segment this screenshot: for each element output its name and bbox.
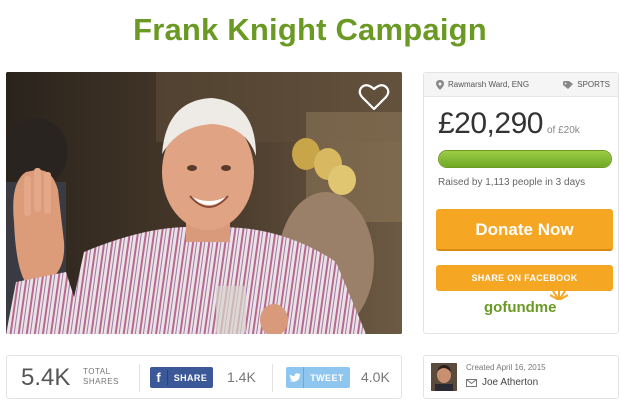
map-pin-icon [436,79,444,90]
mail-icon [466,378,477,387]
favorite-heart-icon[interactable] [358,82,390,112]
location-label: Rawmarsh Ward, ENG [448,80,530,89]
category-label: SPORTS [577,80,610,89]
campaign-photo [6,72,402,334]
organizer-avatar[interactable] [431,363,457,391]
campaign-card: Rawmarsh Ward, ENG SPORTS £20,290 of £20… [423,72,619,334]
raised-by-text: Raised by 1,113 people in 3 days [438,177,586,188]
divider [272,364,273,392]
sunburst-icon [550,290,568,300]
divider [139,364,140,392]
total-label-line2: SHARES [83,377,119,386]
total-shares-count: 5.4K [21,364,71,391]
campaign-meta: Rawmarsh Ward, ENG SPORTS [424,73,618,97]
twitter-icon [289,367,304,388]
raised-summary: £20,290 of £20k [438,107,580,141]
share-on-facebook-button[interactable]: SHARE ON FACEBOOK [436,265,613,291]
donate-now-button[interactable]: Donate Now [436,209,613,251]
twitter-share-count: 4.0K [361,369,390,385]
campaign-photo-image [6,72,402,334]
facebook-share-label: SHARE [173,372,208,383]
page-title: Frank Knight Campaign [133,12,487,47]
raised-amount: £20,290 [438,107,543,140]
organizer-card: Created April 16, 2015 Joe Atherton [423,355,619,399]
progress-fill [439,151,611,167]
goal-amount: of £20k [546,125,580,136]
facebook-share-button[interactable]: f SHARE [150,367,213,388]
twitter-tweet-button[interactable]: TWEET [286,367,350,388]
logo-text: gofundme [484,299,557,316]
progress-bar [438,150,612,168]
facebook-icon: f [150,370,168,385]
category[interactable]: SPORTS [563,80,610,89]
total-shares-label: TOTAL SHARES [83,367,119,387]
share-bar: 5.4K TOTAL SHARES f SHARE 1.4K TWEET 4.0… [6,355,402,399]
gofundme-logo[interactable]: gofundme [484,290,568,316]
organizer-name: Joe Atherton [482,377,539,388]
facebook-share-count: 1.4K [227,369,256,385]
total-label-line1: TOTAL [83,367,111,376]
tag-icon [563,80,574,89]
created-date: Created April 16, 2015 [466,363,546,372]
location[interactable]: Rawmarsh Ward, ENG [436,79,530,90]
organizer-name-row[interactable]: Joe Atherton [466,377,538,388]
twitter-tweet-label: TWEET [310,372,344,383]
